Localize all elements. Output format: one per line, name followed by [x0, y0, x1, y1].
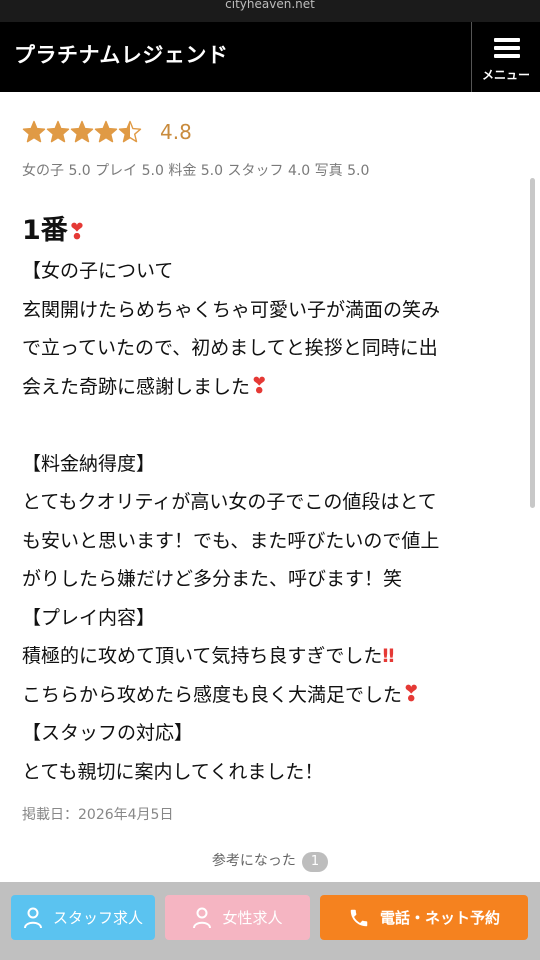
person-icon [193, 907, 212, 928]
shop-name[interactable]: プラチナムレジェンド [14, 22, 228, 92]
double-exclamation-icon: ‼ [382, 645, 395, 667]
review-line: 【プレイ内容】 [22, 606, 156, 629]
review-line: 【料金納得度】 [22, 452, 156, 475]
star-icon [46, 120, 70, 143]
phone-net-reserve-button[interactable]: 電話・ネット予約 [320, 895, 528, 940]
url-text: cityheaven.net [225, 0, 315, 11]
staff-recruit-button[interactable]: スタッフ求人 [11, 895, 155, 940]
review-body: 【女の子について 玄関開けたらめちゃくちゃ可愛い子が満面の笑み で立っていたので… [22, 252, 522, 791]
rating-score: 4.8 [160, 120, 192, 144]
overall-rating: 4.8 [22, 115, 192, 149]
review-line: 積極的に攻めて頂いて気持ち良すぎでした‼ [22, 637, 522, 676]
helpful-count-badge: 1 [301, 852, 329, 872]
helpful-button[interactable]: 参考になった [212, 853, 296, 869]
bottom-action-bar: スタッフ求人 女性求人 電話・ネット予約 [0, 882, 540, 960]
posted-date: 掲載日：2026年4月5日 [22, 807, 174, 823]
star-rating [22, 120, 142, 144]
review-line: で立っていたので、初めましてと挨拶と同時に出 [22, 337, 438, 359]
review-line: がりしたら嫌だけど多分また、呼びます！笑 [22, 568, 403, 590]
female-recruit-label: 女性求人 [222, 909, 283, 927]
scrollbar-thumb[interactable] [530, 178, 535, 508]
female-recruit-button[interactable]: 女性求人 [165, 895, 310, 940]
star-icon [70, 120, 94, 143]
review-line-text: 会えた奇跡に感謝しました [22, 375, 251, 398]
menu-label: メニュー [481, 68, 530, 82]
review-line: 【女の子について [22, 260, 174, 282]
review-line: とてもクオリティが高い女の子でこの値段はとて [22, 491, 437, 513]
phone-icon [350, 909, 368, 926]
star-icon [22, 120, 46, 143]
review-line-text: 積極的に攻めて頂いて気持ち良すぎでした [22, 645, 383, 667]
star-icon [94, 120, 118, 143]
site-header: プラチナムレジェンド メニュー [0, 22, 540, 92]
review-line: 会えた奇跡に感謝しました❣ [22, 368, 522, 407]
review-line-text: こちらから攻めたら感度も良く大満足でした [22, 683, 403, 706]
heart-exclamation-icon: ❣ [250, 373, 269, 399]
sub-ratings: 女の子 5.0 プレイ 5.0 料金 5.0 スタッフ 4.0 写真 5.0 [22, 163, 370, 179]
review-title: 1番❣ [22, 208, 86, 247]
star-icon [118, 120, 142, 143]
heart-exclamation-icon: ❣ [402, 681, 421, 707]
hamburger-icon [494, 38, 520, 62]
review-line: とても親切に案内してくれました！ [22, 760, 324, 783]
helpful-row: 参考になった 1 [0, 850, 540, 872]
staff-recruit-label: スタッフ求人 [52, 909, 143, 927]
review-line: 【スタッフの対応】 [22, 722, 194, 744]
review-line: こちらから攻めたら感度も良く大満足でした❣ [22, 676, 522, 715]
review-title-text: 1番 [22, 215, 68, 246]
review-line: も安いと思います！でも、また呼びたいので値上 [22, 529, 440, 552]
heart-exclamation-icon: ❣ [67, 220, 87, 245]
menu-button[interactable]: メニュー [471, 22, 540, 92]
review-line: 玄関開けたらめちゃくちゃ可愛い子が満面の笑み [22, 298, 441, 321]
phone-net-reserve-label: 電話・ネット予約 [379, 909, 500, 927]
browser-url-bar[interactable]: cityheaven.net [0, 0, 540, 22]
person-icon [23, 907, 42, 928]
